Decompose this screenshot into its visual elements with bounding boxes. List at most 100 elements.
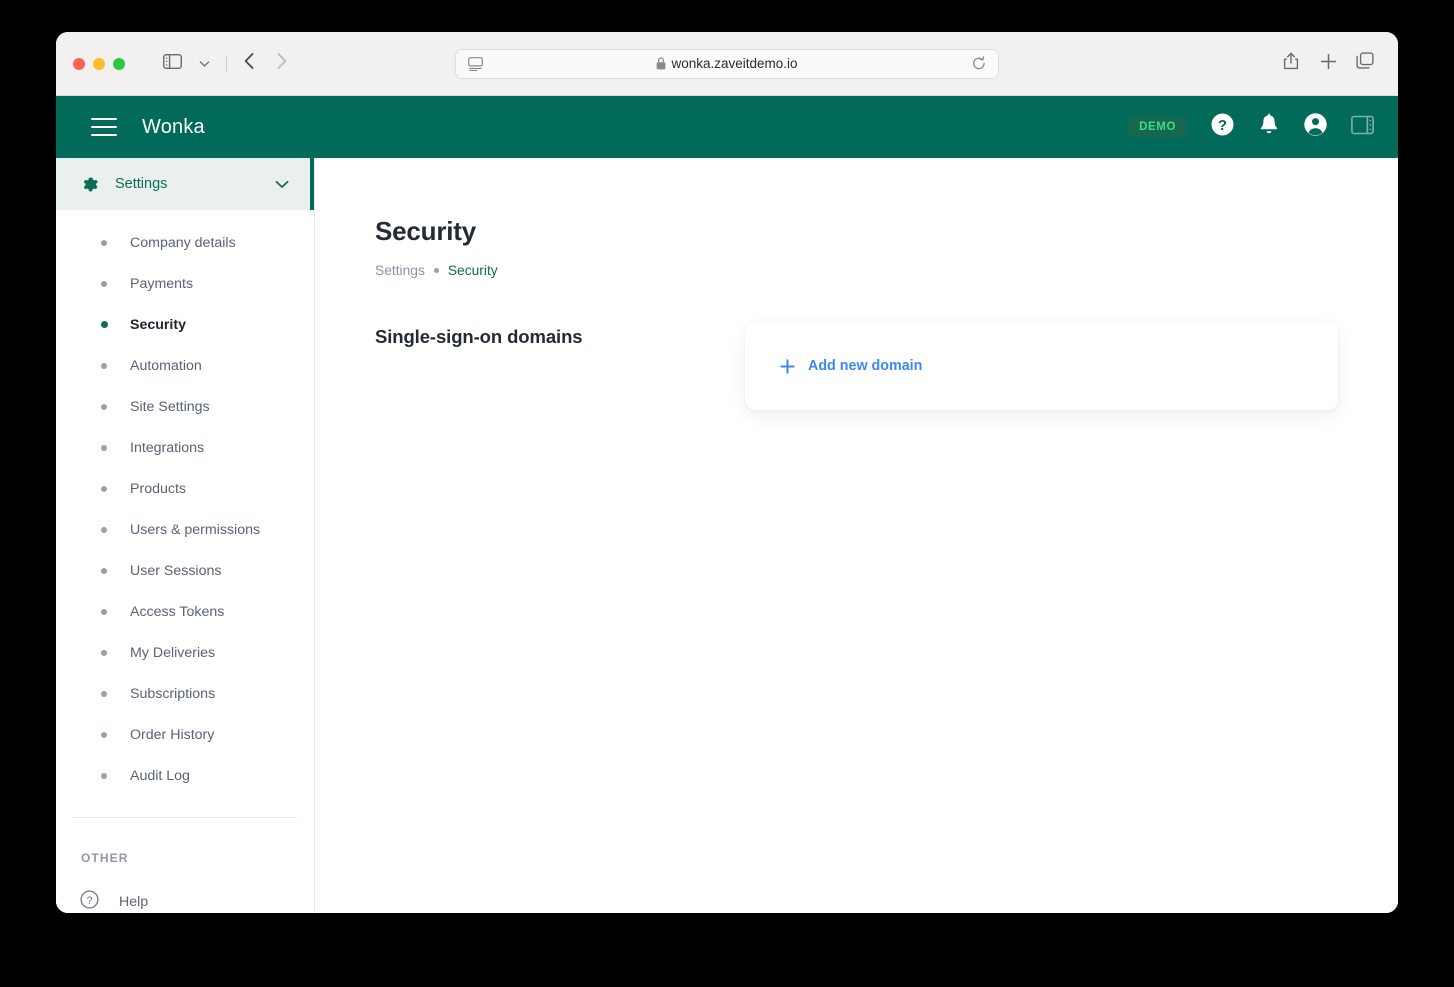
sidebar-item-label: Integrations bbox=[130, 439, 205, 456]
account-circle-icon bbox=[1303, 112, 1328, 142]
sidebar-item-label: Company details bbox=[130, 234, 236, 251]
sidebar-item-help[interactable]: ? Help bbox=[56, 885, 314, 913]
sidebar-item-integrations[interactable]: Integrations bbox=[56, 427, 314, 468]
tabs-overview-button[interactable] bbox=[1350, 49, 1380, 79]
sso-domains-section: Single-sign-on domains Add new domain bbox=[375, 322, 1398, 410]
main-content: Security Settings Security Single-sign-o… bbox=[315, 158, 1398, 913]
bullet-icon bbox=[101, 485, 107, 492]
add-new-domain-button[interactable]: Add new domain bbox=[780, 358, 922, 374]
browser-window: wonka.zaveitdemo.io Wonka DEMO ? Setting… bbox=[56, 32, 1398, 913]
sidebar-item-label: My Deliveries bbox=[130, 644, 216, 661]
section-title: Single-sign-on domains bbox=[375, 326, 583, 347]
breadcrumb-item-current: Security bbox=[447, 263, 498, 278]
tabs-overview-icon bbox=[1356, 52, 1374, 75]
address-bar[interactable]: wonka.zaveitdemo.io bbox=[455, 48, 999, 79]
toolbar-divider bbox=[226, 55, 227, 72]
sidebar-item-access-tokens[interactable]: Access Tokens bbox=[56, 591, 314, 632]
bullet-icon bbox=[101, 321, 108, 328]
bullet-icon bbox=[101, 239, 107, 246]
sidebar-item-label: Access Tokens bbox=[130, 603, 225, 620]
right-panel-icon bbox=[1351, 115, 1374, 140]
sidebar-item-label: Payments bbox=[130, 275, 194, 292]
sidebar-item-label: Subscriptions bbox=[130, 685, 216, 702]
breadcrumb-item-settings[interactable]: Settings bbox=[375, 263, 425, 278]
reload-icon[interactable] bbox=[972, 56, 986, 71]
bullet-icon bbox=[101, 403, 107, 410]
bullet-icon bbox=[101, 567, 107, 574]
lock-icon bbox=[656, 57, 666, 70]
breadcrumb: Settings Security bbox=[375, 263, 1398, 278]
sidebar-section-other-label: OTHER bbox=[81, 851, 129, 865]
sidebar-item-user-sessions[interactable]: User Sessions bbox=[56, 550, 314, 591]
url-text: wonka.zaveitdemo.io bbox=[671, 56, 798, 71]
sidebar-item-my-deliveries[interactable]: My Deliveries bbox=[56, 632, 314, 673]
sso-domains-card: Add new domain bbox=[745, 322, 1338, 410]
bullet-icon bbox=[101, 772, 107, 779]
sidebar-item-company-details[interactable]: Company details bbox=[56, 222, 314, 263]
sidebar-item-subscriptions[interactable]: Subscriptions bbox=[56, 673, 314, 714]
browser-nav-group bbox=[157, 49, 296, 79]
bullet-icon bbox=[101, 731, 107, 738]
app-header: Wonka DEMO ? bbox=[56, 96, 1398, 158]
bullet-icon bbox=[101, 526, 107, 533]
back-button[interactable] bbox=[234, 49, 264, 79]
plus-icon bbox=[780, 358, 795, 374]
browser-actions bbox=[1276, 32, 1380, 95]
sidebar-divider bbox=[73, 817, 297, 818]
browser-toolbar: wonka.zaveitdemo.io bbox=[56, 32, 1398, 96]
svg-text:?: ? bbox=[1218, 117, 1227, 134]
right-panel-button[interactable] bbox=[1351, 115, 1374, 140]
sidebar-item-products[interactable]: Products bbox=[56, 468, 314, 509]
question-circle-icon: ? bbox=[1210, 112, 1235, 142]
bullet-icon bbox=[101, 649, 107, 656]
bullet-icon bbox=[101, 444, 107, 451]
account-button[interactable] bbox=[1303, 112, 1328, 142]
sidebar-item-order-history[interactable]: Order History bbox=[56, 714, 314, 755]
sidebar-nav-list: Company details Payments Security Automa… bbox=[56, 210, 314, 796]
sidebar-item-payments[interactable]: Payments bbox=[56, 263, 314, 304]
share-icon bbox=[1283, 52, 1299, 75]
gear-icon bbox=[80, 175, 99, 194]
brand-title: Wonka bbox=[142, 115, 205, 138]
forward-arrow-icon bbox=[275, 52, 288, 75]
chevron-down-icon bbox=[199, 55, 210, 73]
chevron-down-icon[interactable] bbox=[275, 180, 289, 189]
sidebar-item-label: Audit Log bbox=[130, 767, 190, 784]
plus-icon bbox=[1320, 53, 1337, 75]
question-circle-icon: ? bbox=[80, 890, 99, 913]
add-new-domain-label: Add new domain bbox=[808, 358, 923, 374]
svg-text:?: ? bbox=[86, 895, 92, 907]
demo-badge: DEMO bbox=[1128, 116, 1187, 138]
sidebar-item-site-settings[interactable]: Site Settings bbox=[56, 386, 314, 427]
sidebar-item-label: Order History bbox=[130, 726, 215, 743]
share-button[interactable] bbox=[1276, 49, 1306, 79]
sidebar-item-label: Users & permissions bbox=[130, 521, 261, 538]
minimize-window-button[interactable] bbox=[93, 57, 105, 70]
sidebar-item-label: Automation bbox=[130, 357, 202, 374]
bullet-icon bbox=[101, 690, 107, 697]
sidebar-item-label: Site Settings bbox=[130, 398, 210, 415]
page-title: Security bbox=[375, 216, 477, 246]
sidebar-item-label: Help bbox=[119, 894, 149, 910]
forward-button[interactable] bbox=[266, 49, 296, 79]
hamburger-icon[interactable] bbox=[91, 118, 117, 136]
sidebar-section-settings[interactable]: Settings bbox=[56, 158, 314, 210]
reader-view-icon[interactable] bbox=[468, 56, 483, 71]
sidebar-item-label: Products bbox=[130, 480, 186, 497]
sidebar: Settings Company details Payments Securi… bbox=[56, 158, 315, 913]
sidebar-toggle-button[interactable] bbox=[157, 49, 187, 79]
sidebar-item-users-permissions[interactable]: Users & permissions bbox=[56, 509, 314, 550]
sidebar-toggle-icon bbox=[162, 53, 182, 74]
sidebar-item-security[interactable]: Security bbox=[56, 304, 314, 345]
sidebar-item-automation[interactable]: Automation bbox=[56, 345, 314, 386]
maximize-window-button[interactable] bbox=[113, 57, 125, 70]
sidebar-item-label: Security bbox=[130, 316, 186, 333]
notifications-button[interactable] bbox=[1258, 113, 1280, 142]
sidebar-item-audit-log[interactable]: Audit Log bbox=[56, 755, 314, 796]
sidebar-options-button[interactable] bbox=[189, 49, 219, 79]
new-tab-button[interactable] bbox=[1313, 49, 1343, 79]
breadcrumb-separator-icon bbox=[433, 268, 439, 273]
help-circle-button[interactable]: ? bbox=[1210, 112, 1235, 142]
close-window-button[interactable] bbox=[73, 57, 85, 70]
sidebar-section-label: Settings bbox=[115, 176, 168, 192]
